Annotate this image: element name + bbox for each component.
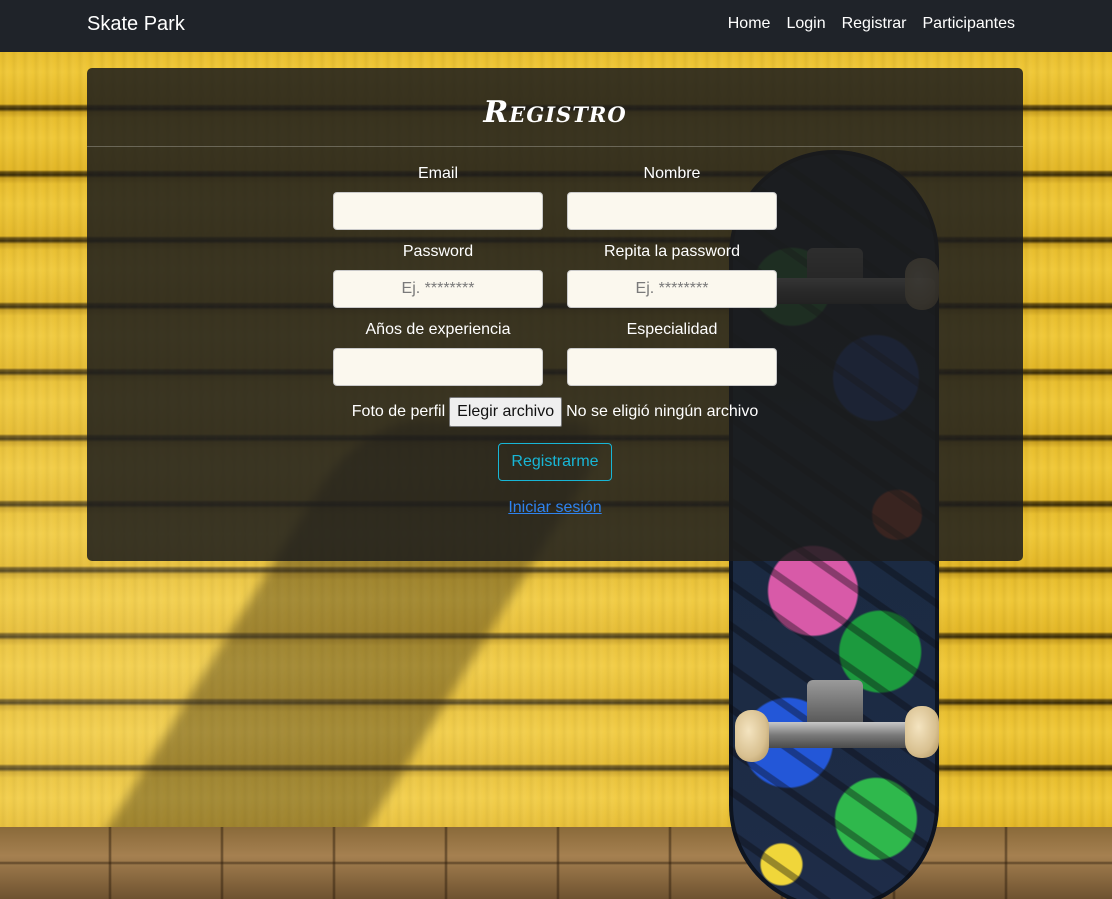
register-submit-button[interactable]: Registrarme <box>498 443 612 481</box>
experiencia-input[interactable] <box>333 348 543 386</box>
profile-photo-row: Foto de perfil Elegir archivo No se elig… <box>87 397 1023 427</box>
nombre-input[interactable] <box>567 192 777 230</box>
page-title: Registro <box>483 95 627 130</box>
email-label: Email <box>417 165 458 182</box>
nombre-field-group: Nombre <box>567 164 777 230</box>
nav-link-registrar[interactable]: Registrar <box>834 13 915 35</box>
nav-link-login[interactable]: Login <box>778 13 833 35</box>
experiencia-label: Años de experiencia <box>365 321 511 338</box>
top-navbar: Skate Park Home Login Registrar Particip… <box>0 0 1112 52</box>
brand-link[interactable]: Skate Park <box>87 11 185 37</box>
profile-photo-label: Foto de perfil <box>351 403 446 420</box>
especialidad-field-group: Especialidad <box>567 320 777 386</box>
nav-link-participantes[interactable]: Participantes <box>915 13 1016 35</box>
password-label: Password <box>402 243 474 260</box>
file-status-text: No se eligió ningún archivo <box>566 403 759 420</box>
password-field-group: Password <box>333 242 543 308</box>
pavement-ground <box>0 827 1112 899</box>
skateboard-wheel <box>735 710 769 762</box>
iniciar-sesion-link[interactable]: Iniciar sesión <box>508 499 601 516</box>
password-repeat-input[interactable] <box>567 270 777 308</box>
password-input[interactable] <box>333 270 543 308</box>
login-link-container: Iniciar sesión <box>87 498 1023 518</box>
especialidad-input[interactable] <box>567 348 777 386</box>
email-field-group: Email <box>333 164 543 230</box>
nombre-label: Nombre <box>643 165 701 182</box>
especialidad-label: Especialidad <box>626 321 718 338</box>
nav-links: Home Login Registrar Participantes <box>720 13 1015 35</box>
password-repeat-field-group: Repita la password <box>567 242 777 308</box>
choose-file-button[interactable]: Elegir archivo <box>449 397 563 427</box>
title-divider <box>87 146 1023 147</box>
email-input[interactable] <box>333 192 543 230</box>
password-repeat-label: Repita la password <box>603 243 741 260</box>
registration-card: Registro Email Nombre Password Repita la… <box>87 68 1023 561</box>
skateboard-wheel <box>905 706 939 758</box>
nav-link-home[interactable]: Home <box>720 13 779 35</box>
experiencia-field-group: Años de experiencia <box>333 320 543 386</box>
